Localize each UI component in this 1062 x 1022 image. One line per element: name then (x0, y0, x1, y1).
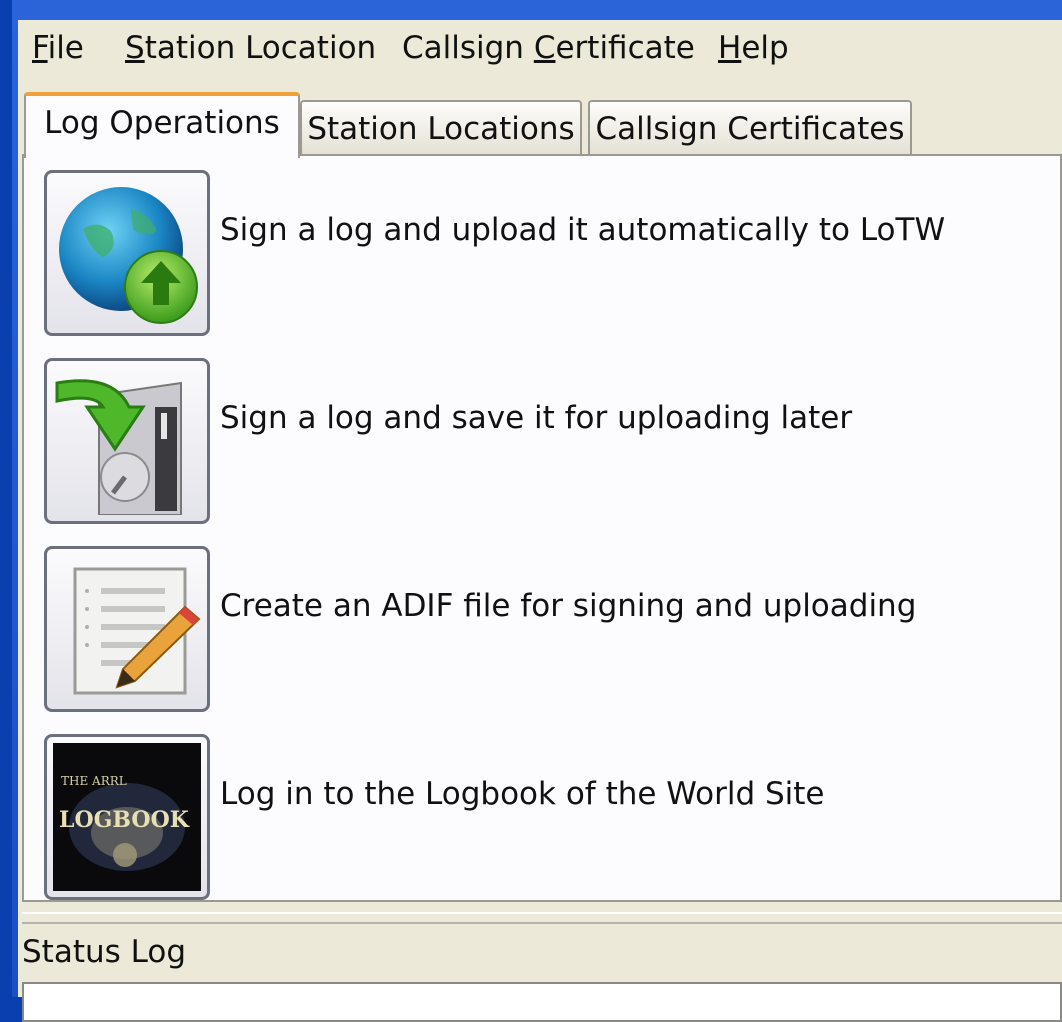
panel-splitter[interactable] (22, 912, 1062, 924)
menu-bar: File Station Location Callsign Certifica… (18, 20, 1062, 78)
globe-upload-icon (59, 187, 198, 324)
tab-callsign-certificates-label: Callsign Certificates (595, 111, 905, 147)
logbook-site-button[interactable]: THE ARRL LOGBOOK (44, 734, 210, 900)
operation-label-create-adif: Create an ADIF file for signing and uplo… (220, 588, 917, 624)
menu-callsign-certificate-mnemonic: C (533, 30, 556, 66)
status-log-area[interactable] (22, 982, 1062, 1022)
window-client-area: File Station Location Callsign Certifica… (18, 20, 1062, 1022)
menu-callsign-certificate-label-pre: Callsign (402, 30, 534, 66)
tab-station-locations[interactable]: Station Locations (300, 100, 582, 154)
operation-label-upload: Sign a log and upload it automatically t… (220, 212, 946, 248)
operation-label-save: Sign a log and save it for uploading lat… (220, 400, 853, 436)
menu-station-location-label: tation Location (144, 30, 377, 66)
create-adif-button[interactable] (44, 546, 210, 712)
edit-document-icon (73, 567, 201, 695)
menu-help-label: elp (741, 30, 789, 66)
app-window: File Station Location Callsign Certifica… (12, 0, 1062, 1022)
tab-station-locations-label: Station Locations (307, 111, 575, 147)
operation-row-upload: Sign a log and upload it automatically t… (44, 170, 1054, 336)
tab-bar: Log Operations Station Locations Callsig… (18, 92, 1062, 158)
status-log-title: Status Log (22, 934, 187, 970)
tab-callsign-certificates[interactable]: Callsign Certificates (588, 100, 912, 154)
sign-and-upload-button[interactable] (44, 170, 210, 336)
log-operations-panel: Sign a log and upload it automatically t… (22, 154, 1062, 902)
menu-callsign-certificate[interactable]: Callsign Certificate (402, 28, 695, 68)
menu-help[interactable]: Help (718, 28, 789, 68)
logbook-logo-icon: THE ARRL LOGBOOK (53, 743, 201, 891)
tab-log-operations-label: Log Operations (44, 105, 280, 141)
tab-log-operations[interactable]: Log Operations (24, 92, 300, 158)
save-to-disk-icon (55, 379, 182, 515)
operation-row-create-adif: Create an ADIF file for signing and uplo… (44, 546, 1054, 712)
menu-file-label: ile (47, 30, 84, 66)
operation-label-logbook-site: Log in to the Logbook of the World Site (220, 776, 825, 812)
operation-row-logbook-site: THE ARRL LOGBOOK Log in to the Logbook o… (44, 734, 1054, 900)
logo-line1: THE ARRL (61, 774, 127, 788)
logo-line2: LOGBOOK (59, 807, 190, 833)
sign-and-save-button[interactable] (44, 358, 210, 524)
menu-callsign-certificate-label: ertificate (555, 30, 695, 66)
menu-station-location-mnemonic: S (125, 30, 145, 66)
menu-file[interactable]: File (32, 28, 84, 68)
menu-help-mnemonic: H (718, 30, 742, 66)
menu-station-location[interactable]: Station Location (125, 28, 376, 68)
operation-row-save: Sign a log and save it for uploading lat… (44, 358, 1054, 524)
menu-file-mnemonic: F (32, 30, 48, 66)
